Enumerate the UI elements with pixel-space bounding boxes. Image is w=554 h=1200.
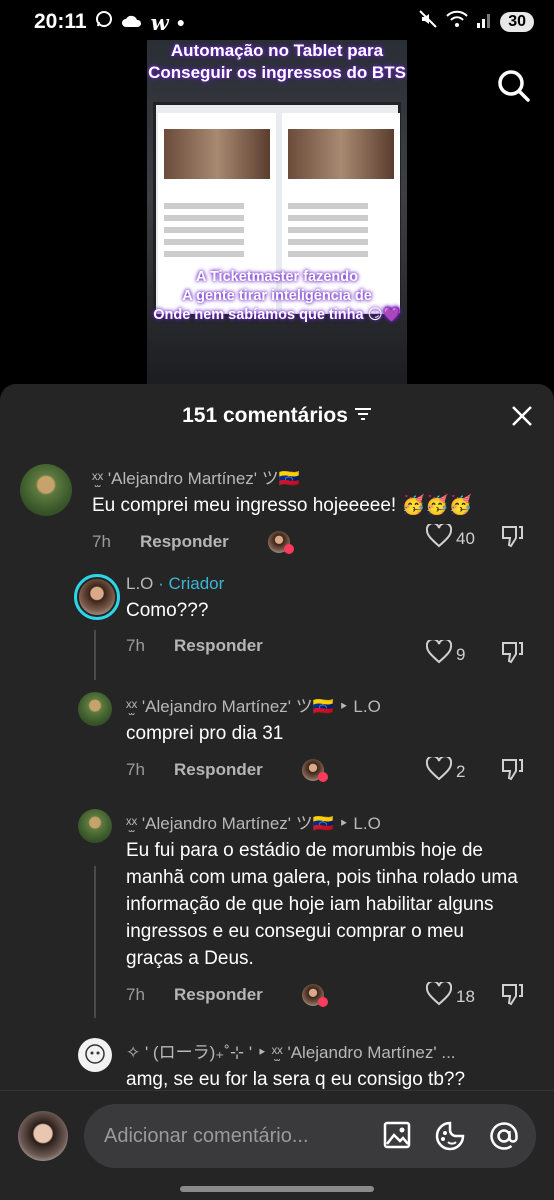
comment-time: 7h (126, 636, 145, 655)
video-title-overlay: Automação no Tablet para Conseguir os in… (148, 41, 406, 82)
comment-author[interactable]: ˣ̫ˣ 'Alejandro Martínez' ツ🇻🇪 (92, 464, 472, 489)
dislike-icon[interactable] (500, 757, 524, 786)
thread-line (94, 630, 96, 680)
my-avatar[interactable] (18, 1111, 68, 1161)
creator-badge: · Criador (158, 574, 225, 593)
creator-liked-avatar (302, 759, 328, 782)
like-count: 18 (456, 986, 475, 1006)
thread-line (94, 866, 96, 1018)
comment-text: comprei pro dia 31 (126, 723, 284, 744)
cloud-icon (121, 10, 143, 34)
reply-item: L.O · Criador Como??? 7h Responder (74, 574, 302, 656)
reply-item: ˣ̫ˣ 'Alejandro Martínez' ツ🇻🇪 ‣ L.O compr… (78, 692, 381, 782)
comment-author[interactable]: ˣ̫ˣ 'Alejandro Martínez' ツ🇻🇪 ‣ L.O (126, 692, 381, 717)
video-caption: A Ticketmaster fazendo A gente tirar int… (147, 268, 407, 325)
reply-button[interactable]: Responder (174, 636, 302, 656)
comment-item: ˣ̫ˣ 'Alejandro Martínez' ツ🇻🇪 Eu comprei … (20, 464, 473, 554)
like-count: 9 (456, 644, 466, 664)
reply-button[interactable]: Responder (140, 532, 268, 552)
comment-actions: 40 (425, 522, 524, 553)
dislike-icon[interactable] (500, 524, 524, 553)
video-caption-line-3: Onde nem sabíamos que tinha 😏💜 (153, 307, 401, 323)
comment-text: Como??? (126, 600, 209, 621)
comment-author[interactable]: L.O (126, 574, 153, 593)
video-player[interactable]: Automação no Tablet para Conseguir os in… (147, 40, 407, 385)
comment-text: Eu fui para o estádio de morumbis hoje d… (126, 840, 518, 969)
video-caption-line-2: A gente tirar inteligência de (182, 288, 372, 304)
emoji-sticker-icon[interactable] (434, 1120, 466, 1157)
mute-icon (418, 9, 438, 35)
signal-icon (476, 10, 492, 34)
comment-actions: 18 (425, 980, 524, 1011)
like-count: 2 (456, 761, 466, 781)
close-comments-button[interactable] (510, 404, 534, 428)
like-count: 40 (456, 528, 475, 548)
comment-time: 7h (126, 760, 145, 779)
reply-item: ✧ ' (ローラ)₊˚⊹ ' ‣ ˣ̫ˣ 'Alejandro Martínez… (78, 1038, 538, 1093)
avatar[interactable] (78, 692, 112, 726)
creator-liked-avatar (268, 531, 294, 554)
avatar[interactable] (78, 809, 112, 843)
heart-icon[interactable] (425, 755, 453, 786)
avatar[interactable] (20, 464, 72, 516)
dislike-icon[interactable] (500, 982, 524, 1011)
reply-button[interactable]: Responder (174, 760, 302, 780)
comment-author[interactable]: ✧ ' (ローラ)₊˚⊹ ' ‣ ˣ̫ˣ 'Alejandro Martínez… (126, 1038, 526, 1063)
comment-count: 151 comentários (182, 404, 348, 427)
creator-liked-avatar (302, 984, 328, 1007)
comment-time: 7h (126, 985, 145, 1004)
heart-icon[interactable] (425, 522, 453, 553)
whatsapp-icon (95, 10, 113, 34)
heart-icon[interactable] (425, 980, 453, 1011)
comment-actions: 2 (425, 755, 524, 786)
reply-item: ˣ̫ˣ 'Alejandro Martínez' ツ🇻🇪 ‣ L.O Eu fu… (78, 809, 528, 1007)
battery-icon: 30 (500, 12, 534, 32)
image-icon[interactable] (382, 1120, 412, 1157)
mention-icon[interactable] (488, 1120, 520, 1157)
sort-filter-icon[interactable] (354, 404, 372, 428)
comments-header: 151 comentários (0, 384, 554, 448)
comment-actions: 9 (425, 638, 524, 669)
heart-icon[interactable] (425, 638, 453, 669)
comments-sheet: 151 comentários ˣ̫ˣ 'Alejandro Martínez'… (0, 384, 554, 1200)
reply-button[interactable]: Responder (174, 985, 302, 1005)
comment-composer-bar (0, 1090, 554, 1200)
close-icon (512, 406, 532, 426)
avatar[interactable] (78, 1038, 112, 1072)
dot-icon: ● (176, 14, 186, 30)
dislike-icon[interactable] (500, 640, 524, 669)
status-time: 20:11 (34, 10, 87, 33)
search-button[interactable] (494, 66, 534, 106)
video-caption-line-1: A Ticketmaster fazendo (196, 269, 358, 285)
comment-input[interactable] (104, 1124, 374, 1148)
app-w-icon: w (150, 9, 169, 35)
creator-avatar[interactable] (74, 574, 120, 620)
wifi-icon (446, 10, 468, 34)
comment-input-container[interactable] (84, 1104, 536, 1168)
home-indicator[interactable] (180, 1186, 374, 1192)
comment-text: amg, se eu for la sera q eu consigo tb?? (126, 1069, 466, 1090)
status-bar: 20:11 w ● 30 (0, 0, 554, 44)
comment-time: 7h (92, 532, 111, 551)
search-icon (498, 70, 530, 102)
comment-author[interactable]: ˣ̫ˣ 'Alejandro Martínez' ツ🇻🇪 ‣ L.O (126, 809, 526, 834)
comment-text: Eu comprei meu ingresso hojeeeee! 🥳🥳🥳 (92, 495, 473, 516)
